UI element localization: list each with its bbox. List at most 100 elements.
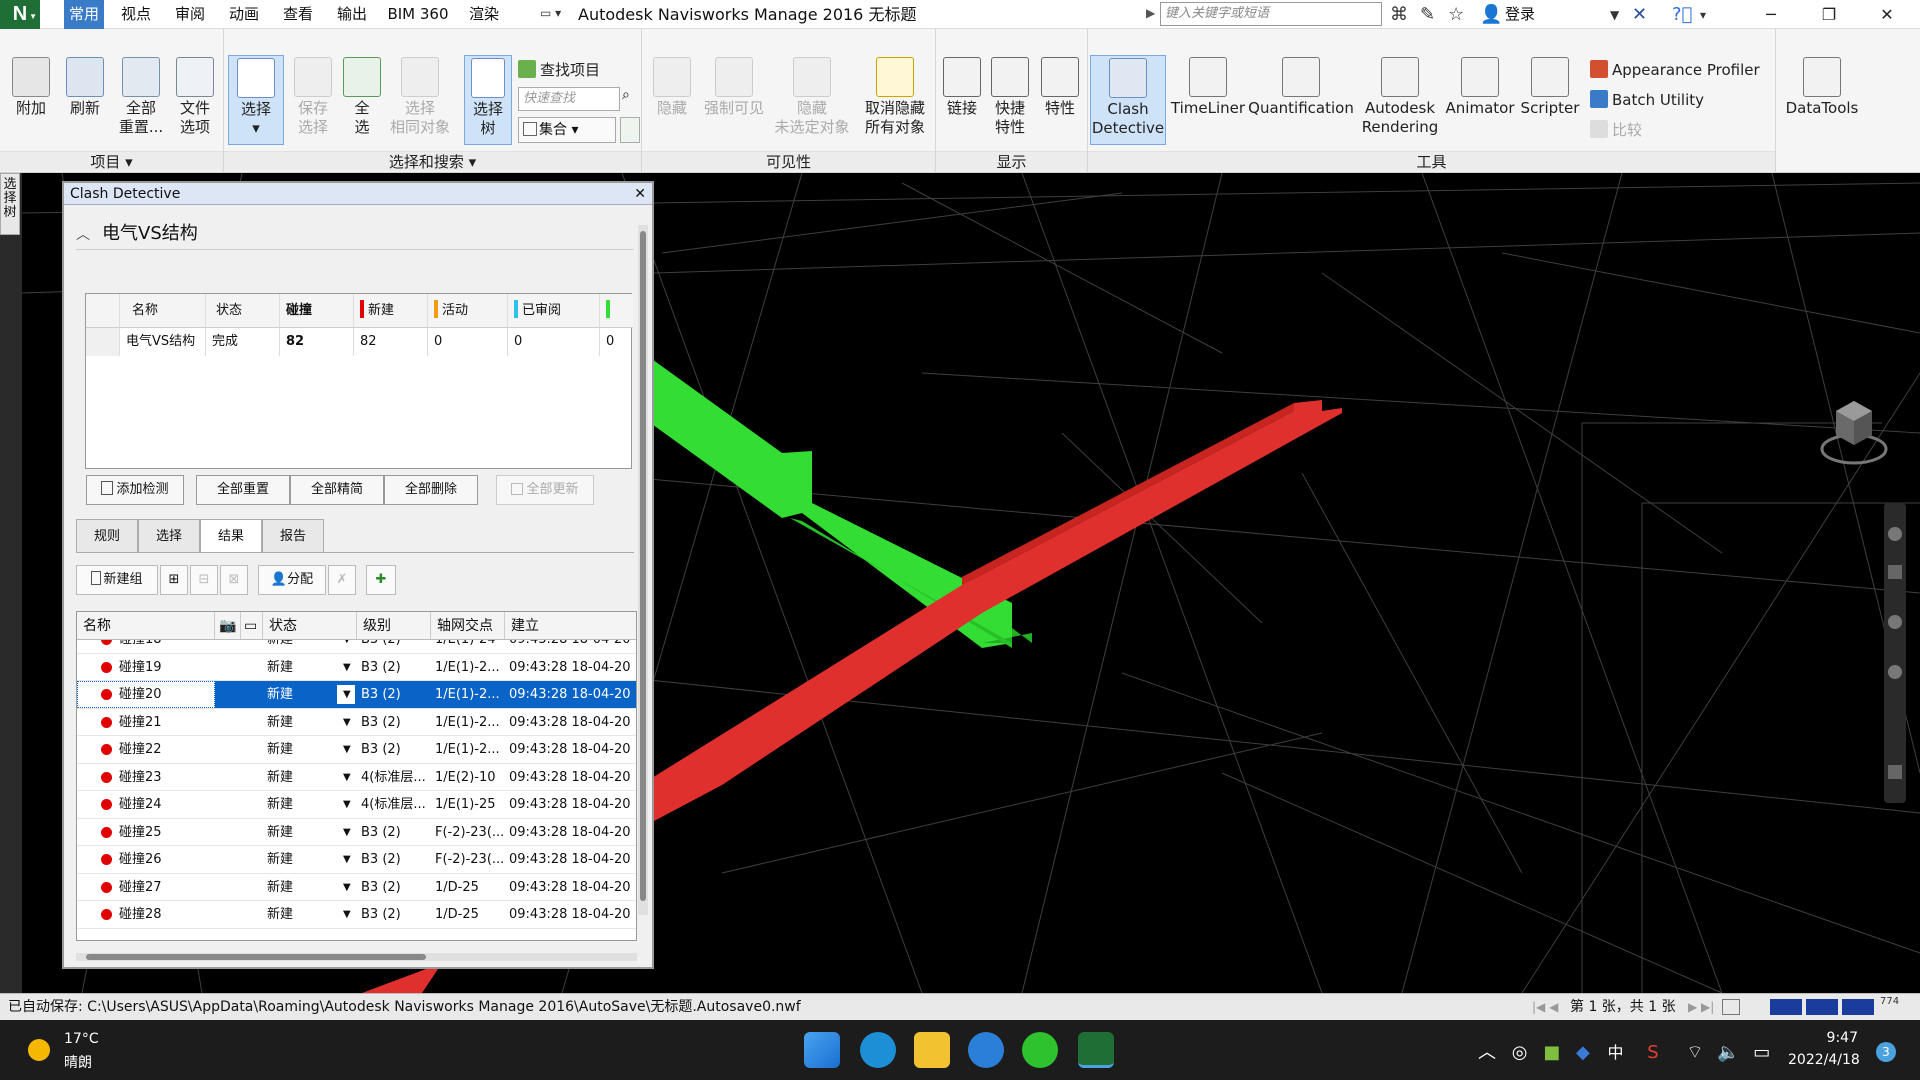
compare-button[interactable]: 比较 <box>1590 117 1642 143</box>
nvidia-icon[interactable]: ■ <box>1543 1042 1560 1063</box>
help-dropdown-icon[interactable]: ▾ <box>1700 4 1706 26</box>
weather-description[interactable]: 晴朗 <box>64 1052 92 1072</box>
result-status[interactable]: 新建 <box>267 901 337 928</box>
timeliner-button[interactable]: TimeLiner <box>1170 57 1246 118</box>
result-row[interactable]: 碰撞26 新建 ▼ B3 (2) F(-2)-23(... 09:43:28 18-04-… <box>77 846 636 874</box>
new-group-button[interactable]: 新建组 <box>76 565 158 595</box>
tray-app-icon[interactable]: ◎ <box>1512 1042 1528 1063</box>
result-row[interactable]: 碰撞24 新建 ▼ 4(标准层... 1/E(1)-25 09:43:28 18-04-2… <box>77 791 636 819</box>
clash-detective-button[interactable]: Clash Detective <box>1090 55 1166 145</box>
clock-time[interactable]: 9:47 <box>1808 1030 1858 1046</box>
status-dropdown-icon[interactable]: ▼ <box>343 846 351 873</box>
search-expand-icon[interactable]: ▶ <box>1146 6 1155 20</box>
scripter-button[interactable]: Scripter <box>1518 57 1582 118</box>
result-status[interactable]: 新建 <box>267 654 337 681</box>
tab-results[interactable]: 结果 <box>200 519 262 553</box>
file-explorer-icon[interactable] <box>914 1032 950 1068</box>
windows-start-icon[interactable] <box>804 1032 840 1068</box>
status-dropdown-icon[interactable]: ▼ <box>343 764 351 791</box>
orbit-icon[interactable] <box>1888 665 1902 679</box>
test-header-status[interactable]: 状态 <box>206 294 280 328</box>
result-status[interactable]: 新建 <box>267 819 337 846</box>
result-row[interactable]: 碰撞19 新建 ▼ B3 (2) 1/E(1)-2... 09:43:28 18-04-2… <box>77 654 636 681</box>
require-button[interactable]: 强制可见 <box>698 57 770 118</box>
steering-wheel-icon[interactable] <box>1888 527 1902 541</box>
tab-output[interactable]: 输出 <box>334 0 370 29</box>
results-header-grid[interactable]: 轴网交点 <box>431 612 505 640</box>
status-dropdown-icon[interactable]: ▼ <box>343 709 351 736</box>
find-items-button[interactable]: 查找项目 <box>518 57 600 83</box>
status-dropdown-icon[interactable]: ▼ <box>343 681 351 708</box>
ime-indicator[interactable]: 中 <box>1608 1043 1624 1062</box>
test-header-approved[interactable] <box>600 294 633 328</box>
sets-dropdown[interactable]: 集合 ▾ <box>518 117 616 143</box>
batch-utility-button[interactable]: Batch Utility <box>1590 87 1704 113</box>
test-header-name[interactable]: 名称 <box>120 294 206 328</box>
result-status[interactable]: 新建 <box>267 681 337 708</box>
tab-rules[interactable]: 规则 <box>76 519 138 552</box>
results-header-camera-icon[interactable]: 📷 <box>215 612 241 640</box>
unassign-icon[interactable]: ✗ <box>328 565 356 595</box>
login-link[interactable]: 登录 <box>1505 0 1535 29</box>
assign-button[interactable]: 👤分配 <box>258 565 326 595</box>
tab-review[interactable]: 审阅 <box>172 0 208 29</box>
result-status[interactable]: 新建 <box>267 736 337 763</box>
autodesk-rendering-button[interactable]: Autodesk Rendering <box>1360 57 1440 137</box>
tab-viewpoint[interactable]: 视点 <box>118 0 154 29</box>
minimize-button[interactable]: ─ <box>1748 0 1794 29</box>
exchange-icon[interactable]: ✕ <box>1632 4 1647 26</box>
results-header-created[interactable]: 建立 <box>505 612 636 640</box>
result-status[interactable]: 新建 <box>267 709 337 736</box>
add-test-button[interactable]: 添加检测 <box>86 475 184 505</box>
notification-badge[interactable]: 3 <box>1876 1042 1896 1062</box>
help-icon[interactable]: ?⃝ <box>1672 4 1692 26</box>
result-row[interactable]: 碰撞25 新建 ▼ B3 (2) F(-2)-23(... 09:43:28 18-04-… <box>77 819 636 846</box>
result-row[interactable]: 碰撞20 新建 ▼ B3 (2) 1/E(1)-2... 09:43:28 18-04-2… <box>77 681 636 709</box>
result-status[interactable]: 新建 <box>267 640 337 653</box>
quick-access-dropdown[interactable]: ▭ ▾ <box>540 6 561 20</box>
results-header-comment-icon[interactable]: ▭ <box>241 612 263 640</box>
links-button[interactable]: 链接 <box>942 57 982 118</box>
speaker-icon[interactable]: 🔈 <box>1717 1042 1739 1063</box>
save-selection-button[interactable]: 保存 选择 <box>288 57 338 137</box>
edge-browser-icon[interactable] <box>860 1032 896 1068</box>
navisworks-taskbar-icon[interactable] <box>1078 1032 1114 1068</box>
binoculars-icon[interactable]: ⌘ <box>1390 4 1408 26</box>
result-row[interactable]: 碰撞23 新建 ▼ 4(标准层... 1/E(2)-10 09:43:28 18-04-2… <box>77 764 636 791</box>
status-dropdown-icon[interactable]: ▼ <box>343 819 351 846</box>
result-row[interactable]: 碰撞21 新建 ▼ B3 (2) 1/E(1)-2... 09:43:28 18-04-2… <box>77 709 636 736</box>
result-row[interactable]: 碰撞18 新建 ▼ B3 (2) 1/E(1)-24 09:43:28 18-04-20 <box>77 640 636 654</box>
quick-properties-button[interactable]: 快捷 特性 <box>988 57 1032 137</box>
favorites-star-icon[interactable]: ☆ <box>1448 4 1464 26</box>
tab-home[interactable]: 常用 <box>64 0 104 29</box>
next-sheet-icon[interactable]: ▶ ▶| <box>1688 1000 1714 1014</box>
test-header-active[interactable]: 活动 <box>428 294 508 328</box>
remove-from-group-icon[interactable]: ⊠ <box>220 565 248 595</box>
pan-icon[interactable] <box>1888 565 1902 579</box>
wechat-icon[interactable] <box>1022 1032 1058 1068</box>
test-header-new[interactable]: 新建 <box>354 294 428 328</box>
results-header-name[interactable]: 名称 <box>77 612 215 640</box>
result-row[interactable]: 碰撞22 新建 ▼ B3 (2) 1/E(1)-2... 09:43:28 18-04-2… <box>77 736 636 764</box>
tab-bim360[interactable]: BIM 360 <box>386 0 450 29</box>
panel-vertical-scrollbar[interactable] <box>638 225 648 915</box>
test-header-reviewed[interactable]: 已审阅 <box>508 294 600 328</box>
select-same-button[interactable]: 选择 相同对象 <box>384 57 456 137</box>
group-clashes-icon[interactable]: ⊞ <box>160 565 188 595</box>
datatools-button[interactable]: DataTools <box>1782 57 1862 118</box>
restore-button[interactable]: ❐ <box>1806 0 1852 29</box>
sogou-ime-icon[interactable]: S <box>1647 1042 1658 1063</box>
select-all-button[interactable]: 全 选 <box>342 57 382 137</box>
reset-all-button[interactable]: 全部 重置... <box>116 57 166 137</box>
battery-icon[interactable]: ▭ <box>1753 1042 1770 1063</box>
status-dropdown-icon[interactable]: ▼ <box>343 640 351 653</box>
select-tool-icon[interactable] <box>1888 765 1902 779</box>
tab-view[interactable]: 查看 <box>280 0 316 29</box>
status-dropdown-icon[interactable]: ▼ <box>343 736 351 763</box>
test-row-name[interactable]: 电气VS结构 <box>120 328 206 356</box>
user-icon[interactable]: 👤 <box>1480 4 1502 26</box>
sun-weather-icon[interactable] <box>28 1039 50 1061</box>
defender-shield-icon[interactable]: ◆ <box>1576 1042 1590 1063</box>
update-all-button[interactable]: 全部更新 <box>496 475 594 505</box>
quick-find-search-icon[interactable]: ⌕ <box>622 87 640 111</box>
